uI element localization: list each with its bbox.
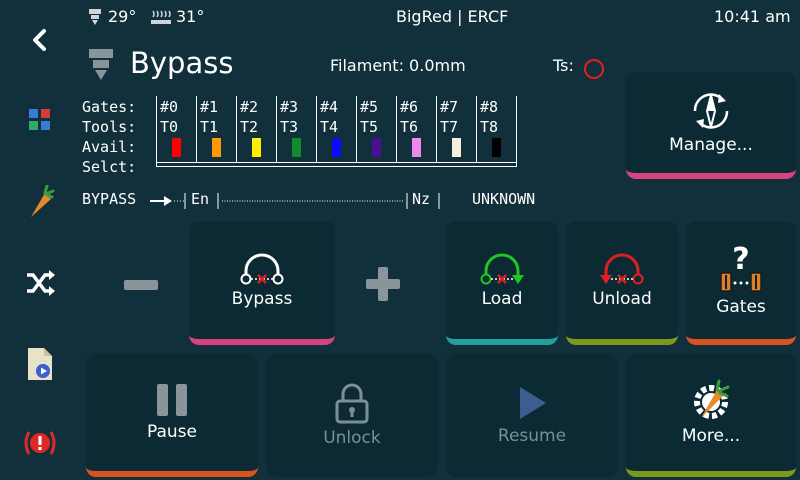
tools-row-label: Tools:	[82, 118, 137, 136]
selector-rail	[156, 162, 517, 167]
gate-number: #7	[440, 98, 459, 116]
resume-label: Resume	[497, 426, 567, 446]
gate-color-swatch	[292, 138, 301, 157]
jobs-button[interactable]	[20, 344, 60, 384]
emergency-stop-icon	[24, 431, 56, 455]
tool-number: T1	[200, 118, 219, 136]
bed-temp: 31°	[176, 7, 205, 26]
gate-number: #6	[400, 98, 419, 116]
svg-text:?: ?	[732, 243, 749, 277]
gate-color-swatch	[172, 138, 181, 157]
gate-color-swatch	[452, 138, 461, 157]
gates-button[interactable]: ? Gates	[686, 221, 796, 345]
menu-button[interactable]	[20, 100, 60, 140]
carrot-icon	[31, 185, 55, 217]
ts-label: Ts:	[553, 56, 574, 75]
more-label: More...	[681, 426, 741, 446]
tool-number: T0	[160, 118, 179, 136]
top-bar: 29° 31° BigRed | ERCF 10:41 am	[0, 0, 800, 34]
gate-number: #3	[280, 98, 299, 116]
gate-color-swatch	[372, 138, 381, 157]
extruder-icon	[86, 8, 104, 30]
manage-label: Manage...	[669, 134, 753, 155]
tool-number: T7	[440, 118, 459, 136]
unload-button[interactable]: Unload	[566, 221, 678, 345]
back-chevron-icon	[33, 29, 46, 51]
filament-button[interactable]	[20, 182, 60, 222]
gate-color-swatch	[252, 138, 261, 157]
gates-question-icon: ?	[720, 243, 762, 292]
gate-color-swatch	[412, 138, 421, 157]
gate-number: #8	[480, 98, 499, 116]
manage-compass-icon	[693, 92, 729, 129]
load-label: Load	[481, 289, 523, 309]
tool-number: T4	[320, 118, 339, 136]
gate-number: #1	[200, 98, 219, 116]
load-button[interactable]: Load	[446, 221, 558, 345]
filament-status: UNKNOWN	[472, 190, 536, 208]
bypass-path-icon	[240, 253, 284, 285]
file-play-icon	[28, 348, 52, 380]
extruder-temp: 29°	[108, 7, 137, 26]
minus-button[interactable]	[124, 280, 158, 290]
pause-icon	[157, 384, 187, 416]
unlock-padlock-icon	[335, 383, 369, 424]
avail-row-label: Avail:	[82, 138, 137, 156]
tool-number: T6	[400, 118, 419, 136]
toolhead-sensor-indicator	[583, 58, 605, 84]
play-icon	[520, 387, 546, 419]
gate-number: #4	[320, 98, 339, 116]
gear-carrot-icon	[694, 379, 730, 419]
shuffle-button[interactable]	[20, 263, 60, 303]
gate-number: #5	[360, 98, 379, 116]
pause-label: Pause	[147, 422, 197, 442]
clock: 10:41 am	[714, 7, 791, 26]
tool-number: T8	[480, 118, 499, 136]
back-button[interactable]	[20, 20, 60, 60]
path-start-label: BYPASS	[82, 190, 137, 208]
gate-color-swatch	[212, 138, 221, 157]
emergency-stop-button[interactable]	[20, 423, 60, 463]
extruder-icon	[86, 48, 116, 86]
filament-position: Filament: 0.0mm	[330, 56, 466, 75]
tool-number: T5	[360, 118, 379, 136]
gates-row-label: Gates:	[82, 98, 137, 116]
gate-grid: #0 T0 #1 T1 #2 T2 #3 T3 #4 T4 #5 T5 #6 T6 #7 T7 #8 T8	[156, 96, 518, 172]
load-path-icon	[480, 253, 524, 285]
page-title: Bypass	[130, 46, 234, 80]
gate-number: #0	[160, 98, 179, 116]
pause-button[interactable]: Pause	[86, 353, 258, 477]
resume-button[interactable]: Resume	[446, 353, 618, 477]
gates-label: Gates	[716, 297, 766, 317]
entry-sensor-label: En	[191, 190, 210, 208]
unlock-label: Unlock	[323, 428, 381, 448]
tool-number: T2	[240, 118, 259, 136]
more-button[interactable]: More...	[626, 353, 796, 477]
grid-menu-icon	[29, 109, 50, 130]
plus-button[interactable]	[366, 267, 400, 301]
bypass-button[interactable]: Bypass	[189, 221, 335, 345]
selct-row-label: Selct:	[82, 158, 137, 176]
bypass-label: Bypass	[231, 289, 293, 309]
gate-separator	[516, 96, 517, 162]
unload-path-icon	[600, 253, 644, 285]
gate-color-swatch	[332, 138, 341, 157]
shuffle-icon	[27, 270, 55, 296]
manage-button[interactable]: Manage...	[626, 72, 796, 179]
heated-bed-icon	[150, 9, 172, 29]
tool-number: T3	[280, 118, 299, 136]
unload-label: Unload	[592, 289, 652, 309]
nozzle-label: Nz	[412, 190, 431, 208]
gate-color-swatch	[492, 138, 501, 157]
printer-title: BigRed | ERCF	[396, 7, 509, 26]
gate-number: #2	[240, 98, 259, 116]
unlock-button[interactable]: Unlock	[266, 353, 438, 477]
